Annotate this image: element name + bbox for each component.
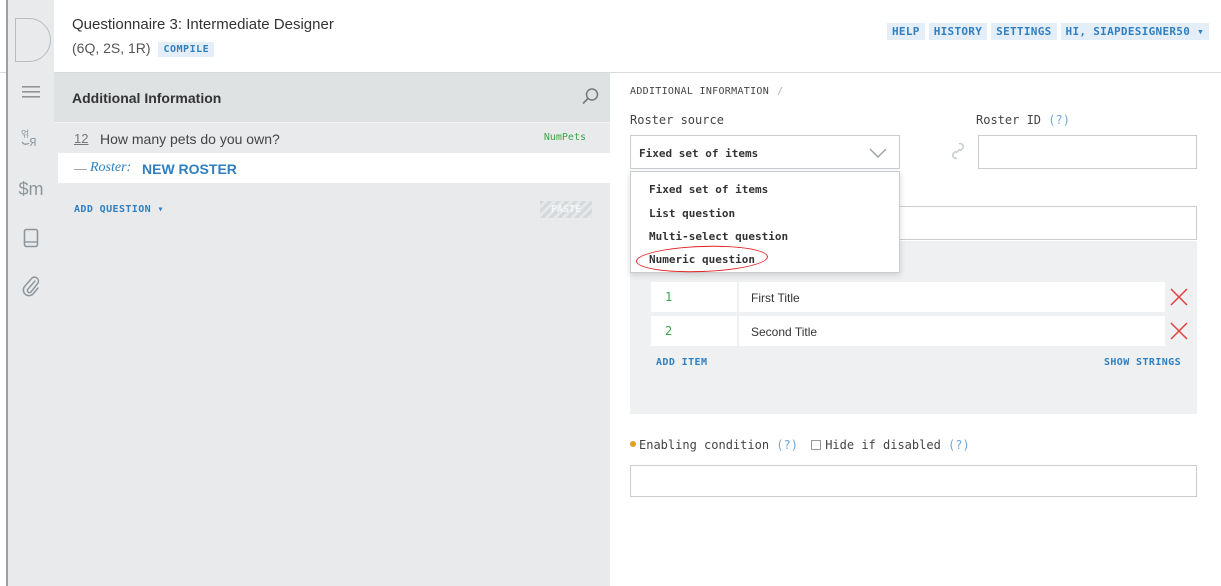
translate-icon-glyph: 얶Я bbox=[20, 128, 42, 152]
item-title-input[interactable]: First Title bbox=[739, 282, 1165, 312]
hide-if-disabled-checkbox[interactable] bbox=[811, 440, 822, 450]
roster-id-label-group: Roster ID (?) bbox=[976, 113, 1070, 127]
user-menu-button[interactable]: HI, SIAPDESIGNER50 ▾ bbox=[1060, 23, 1209, 40]
menu-icon[interactable] bbox=[8, 85, 54, 104]
logo-d-icon bbox=[15, 18, 51, 62]
question-number: 12 bbox=[74, 131, 89, 146]
roster-name: NEW ROSTER bbox=[142, 161, 237, 177]
question-text: How many pets do you own? bbox=[100, 131, 280, 147]
item-value-input[interactable]: 1 bbox=[651, 282, 737, 312]
roster-label: Roster: bbox=[90, 160, 132, 175]
tree-roster-row[interactable]: — Roster: NEW ROSTER bbox=[58, 153, 610, 183]
roster-id-input[interactable] bbox=[978, 135, 1197, 169]
roster-id-help[interactable]: (?) bbox=[1048, 113, 1070, 127]
section-header: Additional Information bbox=[54, 73, 610, 122]
help-button[interactable]: HELP bbox=[886, 23, 925, 40]
item-value-input[interactable]: 2 bbox=[651, 316, 737, 346]
logo[interactable] bbox=[6, 0, 54, 73]
counts-text: (6Q, 2S, 1R) bbox=[72, 40, 151, 56]
link-icon[interactable] bbox=[950, 141, 966, 166]
fixed-item-row: 1 First Title bbox=[651, 282, 1189, 312]
search-icon[interactable] bbox=[582, 87, 600, 110]
section-title: Additional Information bbox=[72, 90, 222, 106]
macros-icon[interactable]: $m bbox=[8, 179, 54, 200]
item-title-input[interactable]: Second Title bbox=[739, 316, 1165, 346]
header-bar: Questionnaire 3: Intermediate Designer (… bbox=[0, 0, 1221, 73]
history-button[interactable]: HISTORY bbox=[928, 23, 988, 40]
enabling-condition-help[interactable]: (?) bbox=[776, 438, 798, 452]
paste-button[interactable]: PASTE bbox=[540, 201, 592, 218]
roster-source-value: Fixed set of items bbox=[639, 147, 759, 160]
compile-button[interactable]: COMPILE bbox=[158, 42, 215, 57]
dropdown-option[interactable]: List question bbox=[649, 207, 735, 220]
dropdown-option[interactable]: Fixed set of items bbox=[649, 183, 768, 196]
delete-icon[interactable] bbox=[1169, 321, 1189, 346]
hide-if-disabled-label: Hide if disabled bbox=[825, 438, 941, 452]
add-question-button[interactable]: ADD QUESTION ▾ bbox=[74, 204, 164, 215]
show-strings-button[interactable]: SHOW STRINGS bbox=[1104, 357, 1181, 368]
roster-id-label: Roster ID bbox=[976, 113, 1042, 127]
settings-button[interactable]: SETTINGS bbox=[991, 23, 1057, 40]
fixed-item-row: 2 Second Title bbox=[651, 316, 1189, 346]
red-circle-annotation bbox=[635, 243, 769, 275]
enabling-condition-input[interactable] bbox=[630, 465, 1197, 497]
breadcrumb-separator: / bbox=[777, 86, 784, 97]
tree-question-row[interactable]: 12 How many pets do you own? NumPets bbox=[54, 122, 610, 152]
breadcrumb: ADDITIONAL INFORMATION / bbox=[630, 86, 783, 97]
dropdown-option[interactable]: Multi-select question bbox=[649, 230, 788, 243]
enabling-condition-row: Enabling condition (?) Hide if disabled … bbox=[630, 438, 970, 452]
questionnaire-tree: Additional Information 12 How many pets … bbox=[54, 73, 610, 586]
roster-source-dropdown: Fixed set of items List question Multi-s… bbox=[630, 171, 900, 275]
questionnaire-title: Questionnaire 3: Intermediate Designer bbox=[72, 16, 334, 33]
roster-source-select[interactable]: Fixed set of items bbox=[630, 135, 900, 169]
attachment-icon[interactable] bbox=[8, 275, 54, 302]
left-rail: 얶Я $m bbox=[6, 73, 54, 586]
questionnaire-counts: (6Q, 2S, 1R) COMPILE bbox=[72, 40, 215, 57]
book-icon[interactable] bbox=[8, 228, 54, 253]
delete-icon[interactable] bbox=[1169, 287, 1189, 312]
status-dot-icon bbox=[630, 441, 636, 447]
chevron-down-icon bbox=[869, 146, 887, 164]
roster-dash: — bbox=[74, 161, 87, 176]
svg-text:Я: Я bbox=[29, 136, 37, 148]
enabling-condition-label: Enabling condition bbox=[639, 438, 770, 452]
roster-editor: ADDITIONAL INFORMATION / Roster source Ro… bbox=[610, 73, 1221, 586]
question-variable: NumPets bbox=[543, 132, 586, 143]
translate-icon[interactable]: 얶Я bbox=[8, 128, 54, 152]
top-nav: HELP HISTORY SETTINGS HI, SIAPDESIGNER50… bbox=[886, 23, 1209, 40]
add-item-button[interactable]: ADD ITEM bbox=[656, 357, 707, 368]
breadcrumb-section[interactable]: ADDITIONAL INFORMATION bbox=[630, 86, 769, 97]
roster-title-input[interactable] bbox=[896, 206, 1197, 240]
roster-source-label: Roster source bbox=[630, 113, 724, 127]
hide-if-disabled-help[interactable]: (?) bbox=[948, 438, 970, 452]
